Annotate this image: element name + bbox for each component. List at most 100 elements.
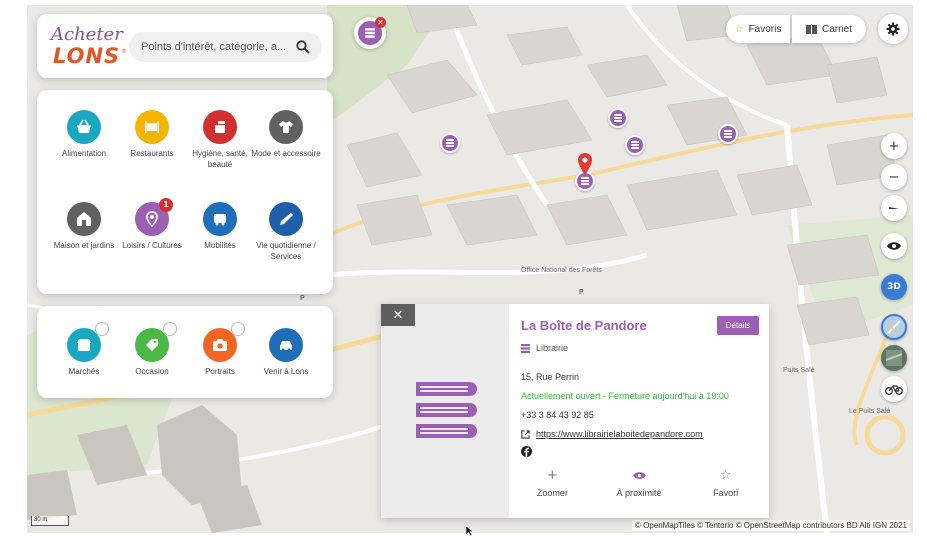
category-label: Alimentation xyxy=(61,149,107,158)
category-icon-circle xyxy=(203,202,237,236)
category-label: Hygiène, santé, beauté xyxy=(192,149,248,169)
category-maison[interactable]: Maison et jardins xyxy=(48,202,120,252)
pen-icon xyxy=(280,213,293,225)
satellite-view-button[interactable] xyxy=(881,345,907,371)
eye-icon xyxy=(887,242,901,250)
search-box[interactable] xyxy=(129,32,322,62)
poi-marker[interactable] xyxy=(625,135,645,155)
book-icon xyxy=(521,343,530,353)
facebook-link[interactable] xyxy=(521,446,532,459)
books-icon xyxy=(416,382,477,438)
category-hygiene[interactable]: Hygiène, santé, beauté xyxy=(184,110,256,170)
place-website-link[interactable]: https://www.librairielaboitedepandore.co… xyxy=(536,429,703,439)
house-icon xyxy=(77,212,91,226)
category-vie-quotidienne[interactable]: Vie quotidienne / Services xyxy=(250,202,322,262)
place-phone[interactable]: +33 3 84 43 92 85 xyxy=(521,410,594,420)
extra-occasion[interactable]: Occasion xyxy=(116,322,188,378)
category-label: Mode et accessoire xyxy=(251,149,321,158)
shirt-icon xyxy=(279,121,293,133)
category-alimentation[interactable]: Alimentation xyxy=(48,110,120,160)
extra-marches[interactable]: Marchés xyxy=(48,322,120,378)
toggle-indicator[interactable] xyxy=(231,322,245,336)
place-detail-panel: ✕ La Boîte de Pandore Détails Librairie … xyxy=(381,304,769,518)
category-loisirs[interactable]: 1 Loisirs / Cultures xyxy=(116,198,188,252)
notebook-icon xyxy=(805,24,817,34)
map-style-button[interactable] xyxy=(881,314,907,340)
extra-portraits[interactable]: Portraits xyxy=(184,322,256,378)
logo-reg: ® xyxy=(121,48,127,55)
category-label: Restaurants xyxy=(130,149,174,158)
map-parking-label: P xyxy=(300,295,305,302)
extra-categories-panel: Marchés Occasion Portraits Venir à Lons xyxy=(37,306,333,398)
map-thumbnail-icon xyxy=(887,320,901,334)
visibility-button[interactable] xyxy=(881,233,907,259)
search-icon[interactable] xyxy=(296,40,310,54)
map-scale: 30 m xyxy=(31,516,69,526)
notification-badge: 1 xyxy=(159,198,173,212)
category-icon-circle xyxy=(135,322,177,362)
extra-label: Portraits xyxy=(205,367,235,376)
poi-marker[interactable] xyxy=(718,124,738,144)
toggle-indicator[interactable] xyxy=(163,322,177,336)
place-address: 15, Rue Perrin xyxy=(521,372,580,382)
category-icon-circle xyxy=(67,322,109,362)
eye-icon xyxy=(596,466,683,484)
map-label-onf: Office National des Forêts xyxy=(521,267,602,274)
external-link-icon xyxy=(521,429,530,439)
book-icon xyxy=(614,114,622,122)
zoom-to-place-button[interactable]: + Zoomer xyxy=(509,466,596,510)
category-icon-circle xyxy=(269,110,303,144)
favorite-button[interactable]: ☆ Favori xyxy=(682,466,769,510)
map-attribution: © OpenMapTiles © Tentorio © OpenStreetMa… xyxy=(631,520,910,531)
close-icon: ✕ xyxy=(392,307,404,323)
action-label: Zoomer xyxy=(536,488,568,498)
bicycle-icon xyxy=(885,385,903,395)
category-icon-circle xyxy=(269,202,303,236)
category-label: Loisirs / Cultures xyxy=(122,241,182,250)
carnet-button[interactable]: Carnet xyxy=(792,15,866,43)
category-icon-circle: 1 xyxy=(135,198,173,236)
facebook-icon xyxy=(521,446,532,457)
category-restaurants[interactable]: Restaurants xyxy=(116,110,188,160)
active-layer-button[interactable]: ✕ xyxy=(354,17,386,49)
place-category: Librairie xyxy=(521,343,568,353)
poi-marker[interactable] xyxy=(608,108,628,128)
category-icon-circle xyxy=(203,110,237,144)
nearby-button[interactable]: À proximité xyxy=(596,466,683,510)
category-mobilites[interactable]: Mobilités xyxy=(184,202,256,252)
action-label: Favori xyxy=(713,488,739,498)
place-actions: + Zoomer À proximité ☆ Favori xyxy=(509,466,769,510)
market-icon xyxy=(77,339,91,351)
zoom-in-button[interactable]: + xyxy=(881,133,907,159)
category-mode[interactable]: Mode et accessoire xyxy=(250,110,322,160)
plus-icon: + xyxy=(546,467,558,483)
compass-button[interactable] xyxy=(881,195,907,221)
bike-view-button[interactable] xyxy=(881,376,907,402)
mouse-cursor-icon xyxy=(466,526,474,536)
acheter-lons-logo[interactable]: Acheter LONS ® xyxy=(51,22,127,70)
book-icon xyxy=(365,28,375,38)
place-category-label: Librairie xyxy=(536,343,569,353)
settings-button[interactable] xyxy=(878,14,908,44)
map-parking-label: P xyxy=(579,289,584,296)
zoom-out-button[interactable]: − xyxy=(881,164,907,190)
3d-toggle-button[interactable]: 3D xyxy=(881,274,907,300)
favoris-button[interactable]: ☆ Favoris xyxy=(726,15,790,43)
close-button[interactable]: ✕ xyxy=(381,304,415,326)
location-pin-icon[interactable] xyxy=(578,153,592,175)
categories-panel: Alimentation Restaurants Hygiène, santé,… xyxy=(37,90,333,294)
basket-icon xyxy=(77,119,91,133)
toggle-indicator[interactable] xyxy=(95,322,109,336)
place-website[interactable]: https://www.librairielaboitedepandore.co… xyxy=(521,429,703,439)
category-icon-circle xyxy=(203,322,245,362)
book-icon xyxy=(581,177,589,185)
poi-marker[interactable] xyxy=(440,133,460,153)
extra-venir-a-lons[interactable]: Venir à Lons xyxy=(250,328,322,378)
bus-icon xyxy=(214,214,226,226)
car-icon xyxy=(280,341,292,352)
category-label: Maison et jardins xyxy=(53,241,115,250)
category-icon-circle xyxy=(135,110,169,144)
search-input[interactable] xyxy=(141,41,291,53)
details-button[interactable]: Détails xyxy=(717,316,759,335)
remove-layer-icon[interactable]: ✕ xyxy=(375,17,386,28)
